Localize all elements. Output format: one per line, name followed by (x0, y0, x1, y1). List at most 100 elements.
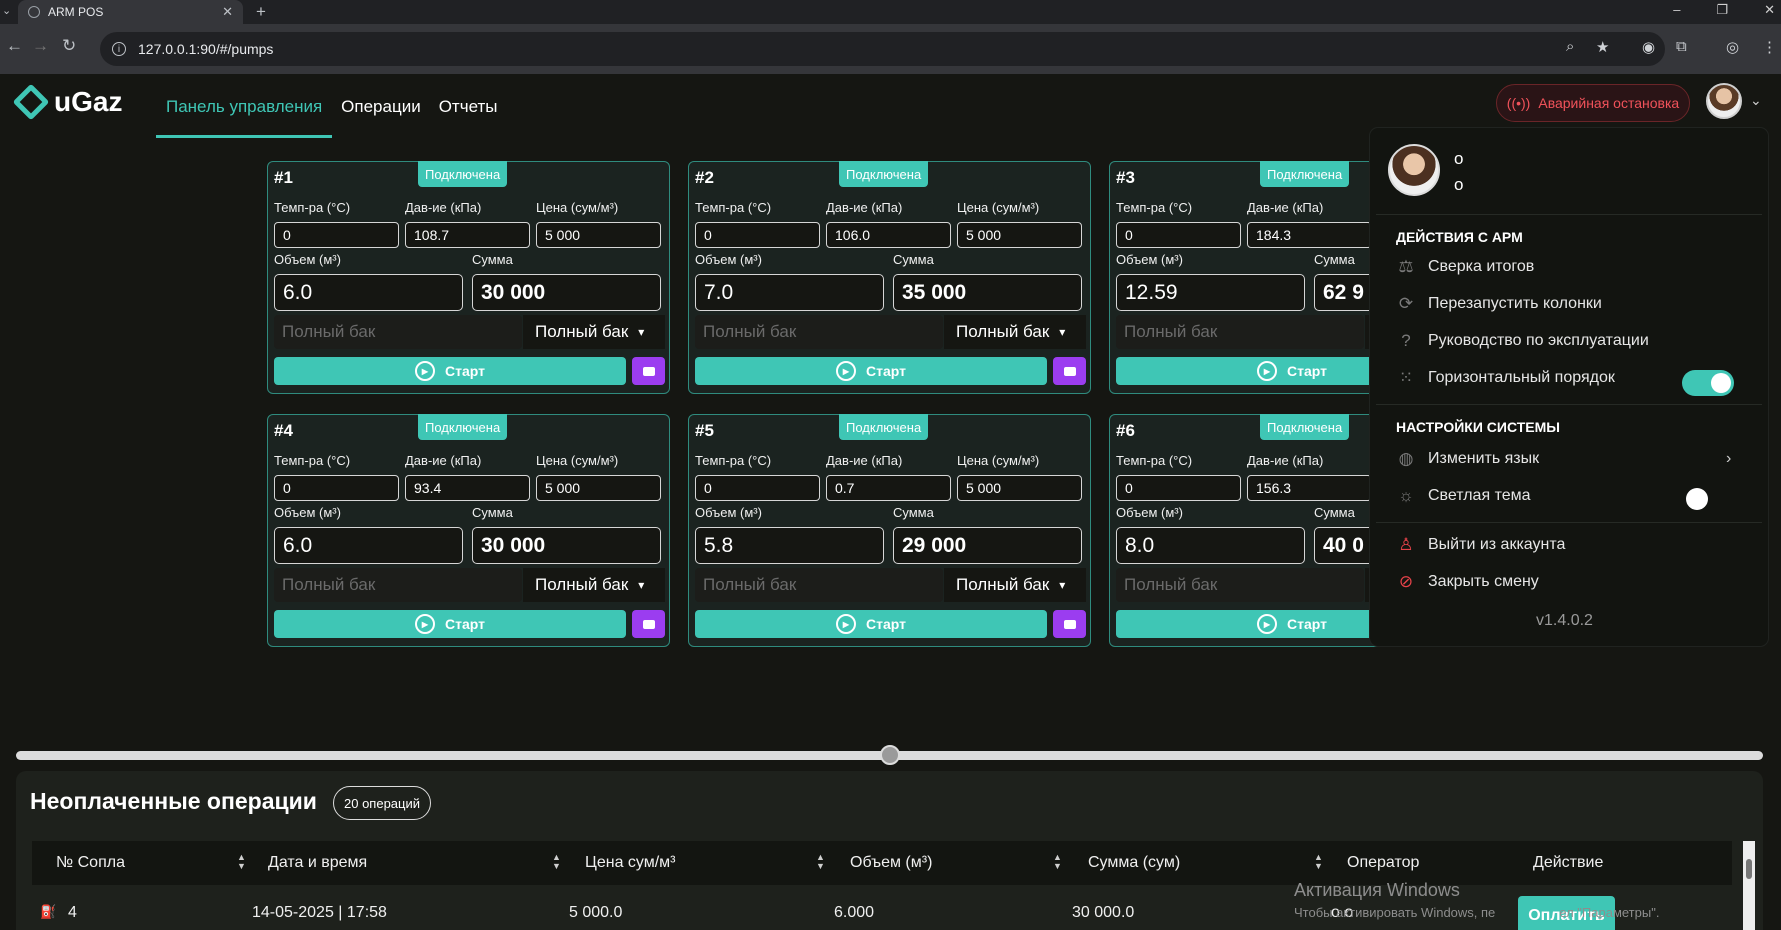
pressure-input[interactable]: 93.4 (405, 475, 530, 501)
layout-slider-thumb[interactable] (879, 745, 900, 765)
extensions-puzzle-icon[interactable]: ⧉ (1676, 38, 1687, 55)
extension-profile-icon[interactable]: ◉ (1642, 38, 1655, 56)
logo[interactable]: uGaz (12, 83, 122, 121)
price-input[interactable]: 5 000 (536, 222, 661, 248)
full-tank-input[interactable]: Полный бак (695, 315, 943, 349)
restore-icon[interactable]: ❐ (1716, 2, 1728, 18)
nav-dashboard[interactable]: Панель управления (156, 74, 333, 140)
browser-tab[interactable]: ARM POS ✕ (18, 0, 243, 24)
volume-input[interactable]: 8.0 (1116, 527, 1305, 564)
menu-item-close-shift[interactable]: ⊘ Закрыть смену (1394, 567, 1744, 597)
col-sum[interactable]: Сумма (сум) (1088, 854, 1180, 872)
horizontal-order-toggle[interactable] (1682, 370, 1734, 396)
tab-close-icon[interactable]: ✕ (222, 4, 233, 20)
scrollbar-thumb[interactable] (1746, 859, 1752, 879)
sum-input[interactable]: 30 000 (472, 274, 661, 311)
start-button[interactable]: ▶ Старт (274, 357, 626, 385)
start-button[interactable]: ▶ Старт (695, 357, 1047, 385)
bookmark-star-icon[interactable]: ★ (1596, 38, 1609, 56)
volume-input[interactable]: 6.0 (274, 274, 463, 311)
pressure-input[interactable]: 184.3 (1247, 222, 1372, 248)
sort-icon[interactable]: ▲ ▼ (552, 853, 561, 871)
light-theme-toggle[interactable] (1686, 488, 1708, 510)
chevron-down-icon: ▾ (1059, 325, 1066, 339)
sum-input[interactable]: 30 000 (472, 527, 661, 564)
pressure-input[interactable]: 156.3 (1247, 475, 1372, 501)
forward-icon[interactable]: → (32, 36, 49, 56)
full-tank-input[interactable]: Полный бак (1116, 315, 1364, 349)
full-tank-select[interactable]: Полный бак ▾ (944, 568, 1086, 602)
minimize-icon[interactable]: – (1673, 2, 1680, 18)
fuel-pump-icon: ⛽ (40, 904, 57, 919)
volume-input[interactable]: 7.0 (695, 274, 884, 311)
sum-label: Сумма (472, 505, 513, 520)
url-input[interactable]: i 127.0.0.1:90/#/pumps (100, 32, 1665, 66)
account-icon[interactable]: ◎ (1726, 38, 1739, 56)
col-price[interactable]: Цена сум/м³ (585, 854, 676, 872)
price-input[interactable]: 5 000 (957, 222, 1082, 248)
volume-input[interactable]: 12.59 (1116, 274, 1305, 311)
start-button[interactable]: ▶ Старт (695, 610, 1047, 638)
menu-item-restart-pumps[interactable]: ⟳ Перезапустить колонки (1394, 289, 1744, 319)
full-tank-select[interactable]: Полный бак ▾ (523, 568, 665, 602)
pressure-input[interactable]: 108.7 (405, 222, 530, 248)
chevron-down-icon[interactable]: ⌄ (1750, 92, 1762, 109)
message-button[interactable] (1053, 610, 1086, 638)
sort-icon[interactable]: ▲ ▼ (1314, 853, 1323, 871)
pressure-label: Дав-ие (кПа) (405, 200, 482, 215)
address-bar: ← → ↻ i 127.0.0.1:90/#/pumps ⌕ ★ ◉ ⧉ ◎ ⋮ (0, 24, 1781, 74)
message-button[interactable] (632, 610, 665, 638)
zoom-icon[interactable]: ⌕ (1566, 38, 1574, 55)
restart-icon: ⟳ (1398, 294, 1414, 313)
menu-item-language[interactable]: ◍ Изменить язык (1394, 444, 1744, 474)
message-button[interactable] (632, 357, 665, 385)
price-input[interactable]: 5 000 (957, 475, 1082, 501)
user-avatar[interactable] (1706, 83, 1742, 119)
full-tank-input[interactable]: Полный бак (695, 568, 943, 602)
menu-divider (1376, 214, 1762, 215)
reload-icon[interactable]: ↻ (62, 36, 76, 56)
chevron-down-icon: ▾ (1059, 578, 1066, 592)
menu-item-manual[interactable]: ? Руководство по эксплуатации (1394, 326, 1744, 356)
chevron-right-icon[interactable]: › (1726, 450, 1731, 468)
temp-input[interactable]: 0 (1116, 222, 1241, 248)
pump-card: #5 Подключена Темп-ра (°C) Дав-ие (кПа) … (688, 414, 1091, 647)
sort-icon[interactable]: ▲ ▼ (816, 853, 825, 871)
col-datetime[interactable]: Дата и время (268, 854, 367, 872)
temp-input[interactable]: 0 (695, 222, 820, 248)
close-window-icon[interactable]: ✕ (1764, 2, 1775, 18)
menu-item-logout[interactable]: ♙ Выйти из аккаунта (1394, 530, 1744, 560)
full-tank-select[interactable]: Полный бак ▾ (944, 315, 1086, 349)
pressure-input[interactable]: 0.7 (826, 475, 951, 501)
sort-icon[interactable]: ▲ ▼ (237, 853, 246, 871)
full-tank-select[interactable]: Полный бак ▾ (523, 315, 665, 349)
tab-list-chevron-icon[interactable]: ⌄ (2, 4, 11, 17)
new-tab-button[interactable]: + (256, 2, 266, 22)
pressure-input[interactable]: 106.0 (826, 222, 951, 248)
col-volume[interactable]: Объем (м³) (850, 854, 932, 872)
back-icon[interactable]: ← (6, 36, 23, 56)
col-nozzle[interactable]: № Сопла (56, 854, 125, 872)
temp-input[interactable]: 0 (274, 475, 399, 501)
temp-input[interactable]: 0 (1116, 475, 1241, 501)
message-button[interactable] (1053, 357, 1086, 385)
start-button[interactable]: ▶ Старт (274, 610, 626, 638)
sum-input[interactable]: 29 000 (893, 527, 1082, 564)
nav-reports[interactable]: Отчеты (430, 74, 507, 140)
full-tank-input[interactable]: Полный бак (274, 315, 522, 349)
sort-icon[interactable]: ▲ ▼ (1053, 853, 1062, 871)
sum-input[interactable]: 35 000 (893, 274, 1082, 311)
temp-input[interactable]: 0 (695, 475, 820, 501)
volume-input[interactable]: 6.0 (274, 527, 463, 564)
volume-input[interactable]: 5.8 (695, 527, 884, 564)
temp-input[interactable]: 0 (274, 222, 399, 248)
table-scrollbar[interactable] (1743, 841, 1755, 930)
menu-item-reconcile[interactable]: ⚖ Сверка итогов (1394, 252, 1744, 282)
full-tank-input[interactable]: Полный бак (274, 568, 522, 602)
browser-menu-icon[interactable]: ⋮ (1762, 38, 1777, 56)
site-info-icon[interactable]: i (112, 42, 126, 56)
emergency-stop-button[interactable]: ((•)) Аварийная остановка (1496, 84, 1690, 122)
full-tank-input[interactable]: Полный бак (1116, 568, 1364, 602)
price-input[interactable]: 5 000 (536, 475, 661, 501)
nav-operations[interactable]: Операции (332, 74, 430, 140)
